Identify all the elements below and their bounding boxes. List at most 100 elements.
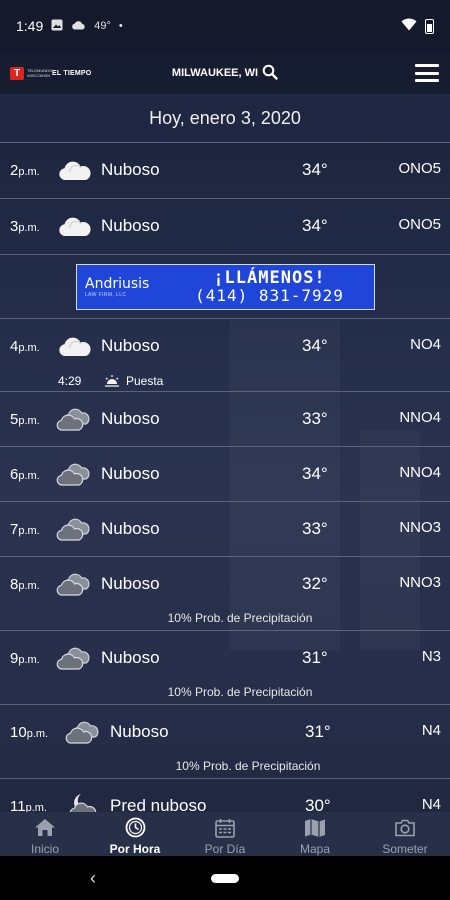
hour-row[interactable]: 7p.m. Nuboso 33° NNO3 xyxy=(0,501,450,556)
wind: NNO4 xyxy=(399,409,441,426)
hour-row[interactable]: 9p.m. Nuboso 31° N3 10% Prob. de Precipi… xyxy=(0,630,450,704)
temperature: 34° xyxy=(302,336,328,355)
hour-time: 5p.m. xyxy=(10,411,40,428)
temperature: 34° xyxy=(302,160,328,179)
bottom-nav: Inicio Por Hora Por Día Mapa Someter xyxy=(0,812,450,856)
cloudy-white-icon xyxy=(59,217,91,236)
hour-time: 7p.m. xyxy=(10,521,40,538)
cloudy-gray-icon xyxy=(65,721,99,744)
hour-time: 2p.m. xyxy=(10,162,40,179)
nav-por-hora[interactable]: Por Hora xyxy=(90,812,180,856)
status-bar: 1:49 49° • xyxy=(0,0,450,52)
hour-row[interactable]: 5p.m. Nuboso 33° NNO4 xyxy=(0,391,450,446)
wind: N4 xyxy=(421,796,441,813)
hour-row[interactable]: 8p.m. Nuboso 32° NNO3 10% Prob. de Preci… xyxy=(0,556,450,630)
temperature: 33° xyxy=(302,519,328,538)
location-label[interactable]: MILWAUKEE, WI xyxy=(172,67,258,79)
sunset-icon xyxy=(105,375,119,387)
wifi-icon xyxy=(401,18,417,34)
cloudy-gray-icon xyxy=(56,647,90,670)
wind: N4 xyxy=(421,722,441,739)
cloudy-white-icon xyxy=(59,161,91,180)
ad-headline: ¡LLÁMENOS! xyxy=(213,268,326,288)
hour-row[interactable]: 4p.m. Nuboso 34° NO4 4:29 Puesta xyxy=(0,318,450,391)
date-header: Hoy, enero 3, 2020 xyxy=(0,94,450,142)
calendar-icon xyxy=(215,817,235,838)
home-icon xyxy=(34,817,56,838)
ad-brand-sub: LAW FIRM, LLC xyxy=(85,292,127,298)
battery-icon xyxy=(425,18,434,34)
hamburger-menu-icon[interactable] xyxy=(414,63,440,83)
temperature: 34° xyxy=(302,464,328,483)
wind: ONO5 xyxy=(398,216,441,233)
condition: Nuboso xyxy=(101,216,160,235)
temperature: 31° xyxy=(302,648,328,667)
home-pill-button[interactable] xyxy=(211,874,239,883)
notification-dot: • xyxy=(118,20,123,32)
cloudy-gray-icon xyxy=(56,463,90,486)
system-nav-bar: ‹ xyxy=(0,856,450,900)
condition: Nuboso xyxy=(101,574,160,593)
logo-station: TELEMUNDO WISCONSIN xyxy=(27,68,53,78)
nav-mapa[interactable]: Mapa xyxy=(270,812,360,856)
wind: N3 xyxy=(421,648,441,665)
logo-text: EL TIEMPO xyxy=(52,69,92,77)
status-temp: 49° xyxy=(94,20,111,32)
condition: Nuboso xyxy=(101,464,160,483)
search-icon[interactable] xyxy=(262,64,278,83)
nav-por-dia[interactable]: Por Día xyxy=(180,812,270,856)
sunset-label: Puesta xyxy=(126,374,164,388)
hour-row[interactable]: 6p.m. Nuboso 34° NNO4 xyxy=(0,446,450,501)
condition: Nuboso xyxy=(101,160,160,179)
clock-icon xyxy=(125,817,146,838)
sunset-info: 4:29 Puesta xyxy=(58,374,163,388)
cloudy-gray-icon xyxy=(56,573,90,596)
app-logo[interactable]: T TELEMUNDO WISCONSIN EL TIEMPO xyxy=(10,66,92,80)
condition: Nuboso xyxy=(101,409,160,428)
hour-time: 10p.m. xyxy=(10,724,49,741)
image-icon xyxy=(51,19,63,34)
condition: Nuboso xyxy=(110,722,169,741)
ad-phone: (414) 831-7929 xyxy=(195,286,344,305)
hour-time: 9p.m. xyxy=(10,650,40,667)
wind: ONO5 xyxy=(398,160,441,177)
temperature: 32° xyxy=(302,574,328,593)
hour-row[interactable]: 3p.m. Nuboso 34° ONO5 xyxy=(0,198,450,254)
condition: Nuboso xyxy=(101,519,160,538)
condition: Nuboso xyxy=(101,648,160,667)
cloudy-gray-icon xyxy=(56,518,90,541)
sunset-time: 4:29 xyxy=(58,374,82,388)
back-icon[interactable]: ‹ xyxy=(90,868,96,889)
app-header: T TELEMUNDO WISCONSIN EL TIEMPO MILWAUKE… xyxy=(0,52,450,94)
nav-someter[interactable]: Someter xyxy=(360,812,450,856)
precip-chance: 10% Prob. de Precipitación xyxy=(167,611,313,625)
cloud-icon xyxy=(71,20,86,33)
ad-banner[interactable]: Andriusis LAW FIRM, LLC ¡LLÁMENOS! (414)… xyxy=(76,264,375,310)
condition: Nuboso xyxy=(101,336,160,355)
precip-chance: 10% Prob. de Precipitación xyxy=(167,685,313,699)
hour-time: 4p.m. xyxy=(10,338,40,355)
camera-icon xyxy=(394,817,416,838)
cloudy-white-icon xyxy=(59,337,91,356)
status-time: 1:49 xyxy=(16,18,44,34)
hour-row[interactable]: 2p.m. Nuboso 34° ONO5 xyxy=(0,142,450,198)
precip-chance: 10% Prob. de Precipitación xyxy=(175,759,321,773)
temperature: 34° xyxy=(302,216,328,235)
wind: NO4 xyxy=(410,336,441,353)
temperature: 31° xyxy=(305,722,331,741)
hour-time: 6p.m. xyxy=(10,466,40,483)
cloudy-gray-icon xyxy=(56,408,90,431)
ad-row: Andriusis LAW FIRM, LLC ¡LLÁMENOS! (414)… xyxy=(0,254,450,318)
wind: NNO3 xyxy=(399,574,441,591)
wind: NNO3 xyxy=(399,519,441,536)
hour-row[interactable]: 10p.m. Nuboso 31° N4 10% Prob. de Precip… xyxy=(0,704,450,778)
wind: NNO4 xyxy=(399,464,441,481)
hour-time: 3p.m. xyxy=(10,218,40,235)
date-label: Hoy, enero 3, 2020 xyxy=(149,107,301,128)
ad-brand: Andriusis xyxy=(85,276,150,292)
telemundo-logo-icon: T xyxy=(10,66,24,80)
nav-inicio[interactable]: Inicio xyxy=(0,812,90,856)
map-icon xyxy=(304,817,326,838)
hour-time: 8p.m. xyxy=(10,576,40,593)
temperature: 33° xyxy=(302,409,328,428)
